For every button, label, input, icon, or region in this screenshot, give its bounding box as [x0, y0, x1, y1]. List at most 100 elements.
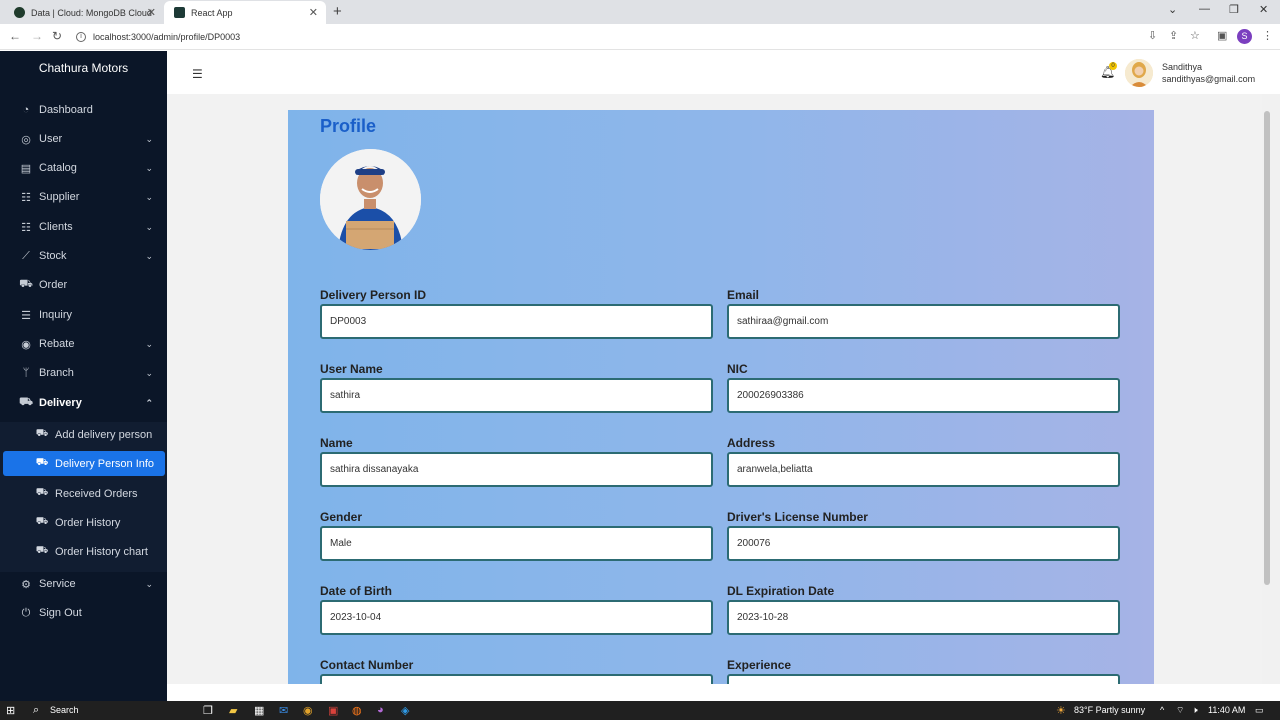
truck-icon: ⛟	[35, 428, 49, 439]
sidebar-item-label: Order	[39, 279, 68, 291]
drivers-license-field[interactable]: 200076	[727, 526, 1120, 561]
weather-text[interactable]: 83°F Partly sunny	[1074, 705, 1145, 715]
side-panel-icon[interactable]: ▣	[1217, 29, 1227, 42]
sidebar-item-service[interactable]: ⚙ Service ⌄	[0, 570, 167, 598]
volume-icon[interactable]: 🕨︎	[1192, 705, 1198, 716]
site-info-icon[interactable]: i	[76, 32, 86, 42]
close-window-icon[interactable]: ✕	[1259, 3, 1268, 16]
chevron-down-icon: ⌄	[145, 367, 153, 378]
tab-react-app[interactable]: React App ✕	[164, 1, 326, 24]
avatar[interactable]	[1125, 59, 1153, 87]
windows-start-icon[interactable]: ⊞	[6, 704, 15, 717]
sidebar-item-label: Catalog	[39, 162, 77, 174]
sidebar-item-inquiry[interactable]: ☰ Inquiry	[0, 301, 167, 329]
store-icon[interactable]: ▦	[254, 704, 264, 717]
search-icon[interactable]: ⌕	[33, 704, 39, 717]
submenu-label: Add delivery person	[55, 428, 153, 441]
chevron-down-icon: ⌄	[145, 191, 153, 202]
notifications-icon[interactable]: ▭	[1255, 705, 1264, 716]
submenu-label: Received Orders	[55, 487, 138, 500]
sidebar-item-clients[interactable]: ☷ Clients ⌄	[0, 213, 167, 241]
sidebar-item-branch[interactable]: ᛘ Branch ⌄	[0, 359, 167, 387]
app-icon[interactable]: ◕	[377, 704, 384, 716]
firefox-icon[interactable]: ◍	[352, 704, 362, 717]
user-name-field[interactable]: sathira	[320, 378, 713, 413]
tab-label: Data | Cloud: MongoDB Cloud	[31, 7, 152, 18]
cart-icon: ⛟	[19, 278, 33, 290]
contact-number-field[interactable]	[320, 674, 713, 684]
minimize-icon[interactable]: —	[1199, 3, 1210, 15]
field-label-date-of-birth: Date of Birth	[320, 584, 392, 598]
maximize-icon[interactable]: ❐	[1229, 3, 1239, 16]
menu-toggle-icon[interactable]: ☰	[192, 67, 203, 81]
sidebar-item-supplier[interactable]: ☷ Supplier ⌄	[0, 183, 167, 211]
submenu-order-history[interactable]: ⛟ Order History	[3, 510, 165, 535]
sidebar-item-stock[interactable]: ⟋ Stock ⌄	[0, 242, 167, 270]
tab-mongodb[interactable]: Data | Cloud: MongoDB Cloud ✕	[4, 1, 164, 24]
os-taskbar: ⊞ ⌕ Search ❐ ▰ ▦ ✉ ◉ ▣ ◍ ◕ ◈ ☀ 83°F Part…	[0, 701, 1280, 720]
email-field[interactable]: sathiraa@gmail.com	[727, 304, 1120, 339]
stock-chart-icon: ⟋	[22, 249, 30, 262]
tray-chevron-icon[interactable]: ^	[1160, 705, 1164, 715]
submenu-delivery-person-info[interactable]: ⛟ Delivery Person Info	[3, 451, 165, 476]
task-view-icon[interactable]: ❐	[203, 704, 213, 717]
browser-tab-bar: Data | Cloud: MongoDB Cloud ✕ React App …	[0, 0, 1280, 24]
field-label-dl-expiration: DL Expiration Date	[727, 584, 835, 598]
chevron-down-icon: ⌄	[145, 578, 153, 589]
field-label-user-name: User Name	[320, 362, 383, 376]
taskbar-search-label[interactable]: Search	[50, 705, 79, 715]
share-icon[interactable]: ⇪	[1169, 29, 1178, 42]
experience-field[interactable]	[727, 674, 1120, 684]
new-tab-button[interactable]: +	[333, 3, 342, 20]
sidebar-item-label: User	[39, 133, 63, 145]
sidebar-item-catalog[interactable]: ▤ Catalog ⌄	[0, 154, 167, 182]
submenu-add-delivery-person[interactable]: ⛟ Add delivery person	[3, 422, 165, 447]
profile-card: Profile Delivery Person ID DP0003 Email …	[288, 110, 1154, 684]
nic-field[interactable]: 200026903386	[727, 378, 1120, 413]
sidebar-item-delivery[interactable]: ⛟ Delivery ⌃	[0, 389, 167, 417]
sidebar-item-label: Branch	[39, 367, 74, 379]
time-text[interactable]: 11:40 AM	[1208, 705, 1245, 715]
name-field[interactable]: sathira dissanayaka	[320, 452, 713, 487]
sidebar-item-rebate[interactable]: ◉ Rebate ⌄	[0, 330, 167, 358]
sidebar-item-label: Dashboard	[39, 104, 93, 116]
browser-menu-icon[interactable]: ⋮	[1262, 29, 1273, 42]
close-tab-icon[interactable]: ✕	[309, 6, 318, 19]
sidebar-item-user[interactable]: ◎ User ⌄	[0, 125, 167, 153]
close-tab-icon[interactable]: ✕	[147, 6, 156, 19]
mail-icon[interactable]: ✉	[279, 704, 288, 717]
sidebar-item-label: Clients	[39, 221, 73, 233]
submenu-received-orders[interactable]: ⛟ Received Orders	[3, 481, 165, 506]
sidebar-item-label: Sign Out	[39, 607, 82, 619]
install-icon[interactable]: ⇩	[1148, 29, 1157, 42]
file-explorer-icon[interactable]: ▰	[229, 704, 237, 717]
url-field[interactable]: i localhost:3000/admin/profile/DP0003	[76, 28, 1136, 46]
sidebar-item-sign-out[interactable]: ⏻ Sign Out	[0, 599, 167, 627]
dl-expiration-field[interactable]: 2023-10-28	[727, 600, 1120, 635]
submenu-label: Order History	[55, 516, 121, 529]
forward-icon[interactable]: →	[31, 29, 43, 43]
gender-field[interactable]: Male	[320, 526, 713, 561]
chrome-icon[interactable]: ◉	[303, 704, 313, 717]
delivery-person-id-field[interactable]: DP0003	[320, 304, 713, 339]
address-field[interactable]: aranwela,beliatta	[727, 452, 1120, 487]
sidebar-item-label: Service	[39, 578, 76, 590]
field-label-nic: NIC	[727, 362, 748, 376]
tab-search-icon[interactable]: ⌄	[1168, 3, 1177, 16]
reload-icon[interactable]: ↻	[52, 29, 62, 43]
browser-profile-avatar[interactable]: S	[1237, 29, 1252, 44]
submenu-order-history-chart[interactable]: ⛟ Order History chart	[3, 539, 165, 564]
weather-icon: ☀	[1056, 705, 1066, 717]
sidebar-item-order[interactable]: ⛟ Order	[0, 271, 167, 299]
field-label-delivery-person-id: Delivery Person ID	[320, 288, 427, 302]
app-icon[interactable]: ▣	[328, 704, 338, 717]
scrollbar-thumb[interactable]	[1264, 111, 1270, 585]
chevron-up-icon: ⌃	[145, 397, 153, 408]
sidebar: Chathura Motors ◔ Dashboard ◎ User ⌄ ▤ C…	[0, 51, 167, 701]
date-of-birth-field[interactable]: 2023-10-04	[320, 600, 713, 635]
bookmark-star-icon[interactable]: ☆	[1190, 29, 1200, 42]
sidebar-item-dashboard[interactable]: ◔ Dashboard	[0, 96, 167, 124]
network-icon[interactable]: ⌔	[1176, 705, 1184, 716]
vscode-icon[interactable]: ◈	[401, 704, 409, 717]
back-icon[interactable]: ←	[9, 29, 21, 43]
